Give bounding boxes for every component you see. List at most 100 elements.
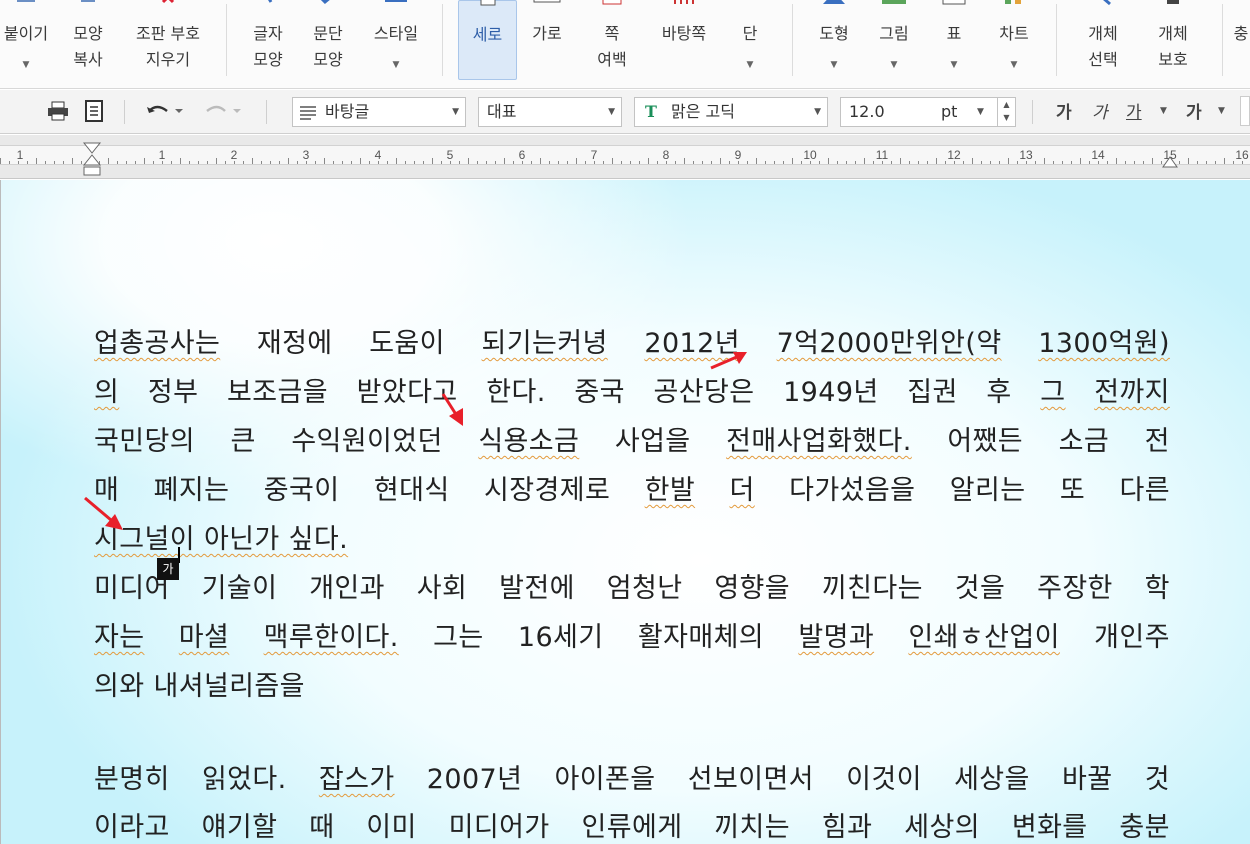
redo-button[interactable] xyxy=(202,99,242,123)
right-indent-marker-icon[interactable] xyxy=(1162,155,1178,171)
text-word: 잡스가 xyxy=(318,764,395,795)
char-shape-label-2: 모양 xyxy=(253,50,283,69)
text-word: 엄청난 xyxy=(606,573,683,604)
columns-button[interactable]: 단 ▼ xyxy=(728,0,772,82)
landscape-button[interactable]: 가로 xyxy=(524,0,570,82)
chevron-down-icon[interactable]: ▼ xyxy=(1218,106,1225,116)
style-select[interactable]: 바탕글 ▼ xyxy=(292,97,466,127)
ruler-strip: 1 1 2 3 4 5 6 7 8 9 10 11 12 13 14 15 16 xyxy=(0,145,1250,165)
paragraph-style-icon xyxy=(300,106,316,120)
text-word: 세상의 xyxy=(904,812,980,843)
ruler-tick xyxy=(1026,161,1027,164)
columns-label: 단 xyxy=(742,24,758,43)
text-word: 인류에게 xyxy=(581,812,683,843)
ruler-tick xyxy=(990,161,991,164)
portrait-button[interactable]: 세로 xyxy=(458,0,517,80)
background-page-button[interactable]: 바탕쪽 xyxy=(652,0,716,82)
text-word: 또 xyxy=(1059,475,1086,506)
clear-layout-button[interactable]: 조판 부호 지우기 xyxy=(122,0,214,82)
language-select[interactable]: 대표 ▼ xyxy=(478,97,622,127)
ruler-tick xyxy=(315,161,316,164)
picture-button[interactable]: 그림 ▼ xyxy=(868,0,920,82)
ruler-tick xyxy=(1179,161,1180,164)
undo-button[interactable] xyxy=(144,99,184,123)
char-shape-icon xyxy=(268,0,273,3)
select-object-button[interactable]: 개체 선택 xyxy=(1072,0,1134,82)
ruler-tick xyxy=(882,161,883,164)
italic-button[interactable]: 가 xyxy=(1092,98,1108,123)
font-size-unit: pt xyxy=(941,102,958,121)
more-button[interactable]: 충 xyxy=(1232,0,1250,82)
text-word: 자는 xyxy=(94,622,145,653)
text-word: 활자매체의 xyxy=(637,622,765,653)
chevron-down-icon: ▼ xyxy=(890,60,898,70)
paste-button[interactable]: 붙이기 ▼ xyxy=(0,0,52,82)
char-shape-button[interactable]: 글자 모양 xyxy=(244,0,292,82)
text-word: 주장한 xyxy=(1037,573,1113,604)
ruler-tick xyxy=(261,161,262,164)
chevron-down-icon: ▼ xyxy=(392,60,400,70)
indent-marker-icon[interactable] xyxy=(82,141,102,181)
ruler-number: 10 xyxy=(803,148,817,162)
ruler-number: 1 xyxy=(16,148,24,162)
style-button[interactable]: 스타일 ▼ xyxy=(364,0,428,82)
ruler-tick xyxy=(378,161,379,164)
ruler-tick xyxy=(801,161,802,164)
chevron-down-icon[interactable]: ▼ xyxy=(1160,106,1167,116)
text-word: 읽었다. xyxy=(201,764,287,795)
horizontal-ruler[interactable]: 1 1 2 3 4 5 6 7 8 9 10 11 12 13 14 15 16 xyxy=(0,135,1250,179)
table-button[interactable]: 표 ▼ xyxy=(928,0,980,82)
style-icon xyxy=(385,0,407,2)
copy-format-button[interactable]: 모양 복사 xyxy=(62,0,114,82)
ruler-tick xyxy=(666,161,667,164)
annotation-arrow-icon xyxy=(441,393,463,426)
table-label: 표 xyxy=(946,24,962,43)
shape-button[interactable]: 도형 ▼ xyxy=(808,0,860,82)
ruler-tick xyxy=(540,158,541,164)
toolbar-overflow[interactable] xyxy=(1240,96,1250,126)
bold-button[interactable]: 가 xyxy=(1056,98,1072,123)
text-word: 전까지 xyxy=(1094,377,1170,408)
ruler-tick xyxy=(1125,161,1126,164)
shape-icon xyxy=(823,0,845,4)
text-word: 바꿀 xyxy=(1062,764,1113,795)
para-shape-button[interactable]: 문단 모양 xyxy=(304,0,352,82)
text-word: 수익원이었던 xyxy=(291,426,443,457)
copy-format-label: 모양 xyxy=(73,24,103,43)
text-word: 이것이 xyxy=(846,764,922,795)
chart-label: 차트 xyxy=(999,24,1029,43)
ruler-tick xyxy=(729,161,730,164)
lock-icon xyxy=(1167,0,1179,4)
ime-indicator: 가 xyxy=(157,558,179,580)
ruler-tick xyxy=(63,161,64,164)
ruler-tick xyxy=(36,158,37,164)
protect-object-button[interactable]: 개체 보호 xyxy=(1142,0,1204,82)
ruler-tick xyxy=(747,161,748,164)
ruler-tick xyxy=(630,161,631,164)
text-line: 미디어 기술이 개인과 사회 발전에 엄청난 영향을 끼친다는 것을 주장한 학 xyxy=(94,569,1170,609)
underline-button[interactable]: 가 xyxy=(1126,98,1142,123)
text-word: 알리는 xyxy=(949,475,1026,506)
style-select-value: 바탕글 xyxy=(325,102,370,121)
print-button[interactable] xyxy=(46,99,70,123)
font-size-input[interactable]: 12.0 pt ▼ ▲ ▼ xyxy=(840,97,1016,127)
strikethrough-button[interactable]: 가 xyxy=(1186,98,1202,123)
ruler-tick xyxy=(594,161,595,164)
document-page[interactable]: 업총공사는 재정에 도움이 되기는커녕 2012년 7억2000만위안(약 1300억원) … xyxy=(0,180,1250,844)
chart-button[interactable]: 차트 ▼ xyxy=(988,0,1040,82)
spin-stepper[interactable]: ▲ ▼ xyxy=(997,98,1015,126)
text-word: 영향을 xyxy=(714,573,791,604)
preview-button[interactable] xyxy=(82,99,106,123)
font-select[interactable]: T 맑은 고딕 ▼ xyxy=(634,97,828,127)
text-word: 큰 xyxy=(230,426,256,457)
ruler-tick xyxy=(1197,161,1198,164)
text-word: 그는 xyxy=(433,622,484,653)
ruler-number: 11 xyxy=(875,148,889,162)
margins-button[interactable]: 쪽 여백 xyxy=(584,0,640,82)
text-word: 전매사업화했다. xyxy=(726,426,912,457)
toolbar-divider xyxy=(1032,100,1033,124)
ruler-tick xyxy=(576,158,577,164)
ruler-tick xyxy=(891,161,892,164)
ruler-number: 2 xyxy=(230,148,238,162)
text-line: 분명히 읽었다. 잡스가 2007년 아이폰을 선보이면서 이것이 세상을 바꿀 것 xyxy=(94,760,1170,800)
